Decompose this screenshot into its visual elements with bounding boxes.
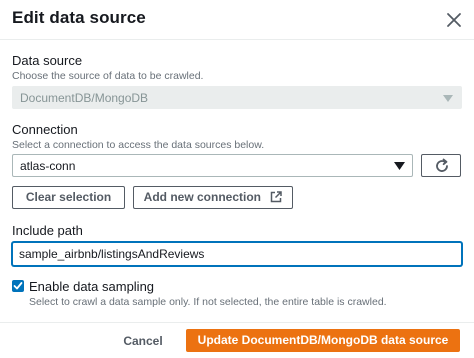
refresh-icon [436, 158, 448, 172]
close-icon [447, 13, 461, 27]
enable-data-sampling-label: Enable data sampling [29, 279, 155, 294]
connection-description: Select a connection to access the data s… [12, 139, 265, 151]
external-link-icon [271, 191, 283, 203]
data-source-label: Data source [12, 53, 83, 68]
data-source-value: DocumentDB/MongoDB [20, 91, 149, 105]
caret-down-icon [443, 95, 453, 102]
check-icon [13, 282, 23, 290]
add-new-connection-button[interactable]: Add new connection [133, 186, 293, 209]
modal-header: Edit data source [0, 0, 474, 40]
connection-value: atlas-conn [20, 159, 76, 173]
include-path-label: Include path [12, 223, 83, 238]
include-path-input[interactable] [12, 242, 462, 266]
refresh-connections-button[interactable] [421, 154, 461, 177]
cancel-button[interactable]: Cancel [113, 330, 173, 352]
clear-selection-label: Clear selection [25, 190, 112, 204]
data-source-select: DocumentDB/MongoDB [12, 86, 462, 109]
close-button[interactable] [444, 10, 464, 30]
caret-down-icon [394, 162, 405, 170]
add-new-connection-label: Add new connection [143, 190, 261, 204]
modal-title: Edit data source [12, 8, 146, 27]
edit-data-source-modal: Edit data source Data source Choose the … [0, 0, 474, 358]
connection-label: Connection [12, 122, 78, 137]
update-data-source-button[interactable]: Update DocumentDB/MongoDB data source [186, 329, 460, 352]
enable-data-sampling-checkbox[interactable] [12, 280, 24, 292]
data-source-description: Choose the source of data to be crawled. [12, 70, 204, 82]
clear-selection-button[interactable]: Clear selection [12, 186, 125, 209]
connection-select[interactable]: atlas-conn [12, 154, 413, 177]
enable-data-sampling-description: Select to crawl a data sample only. If n… [29, 296, 387, 308]
